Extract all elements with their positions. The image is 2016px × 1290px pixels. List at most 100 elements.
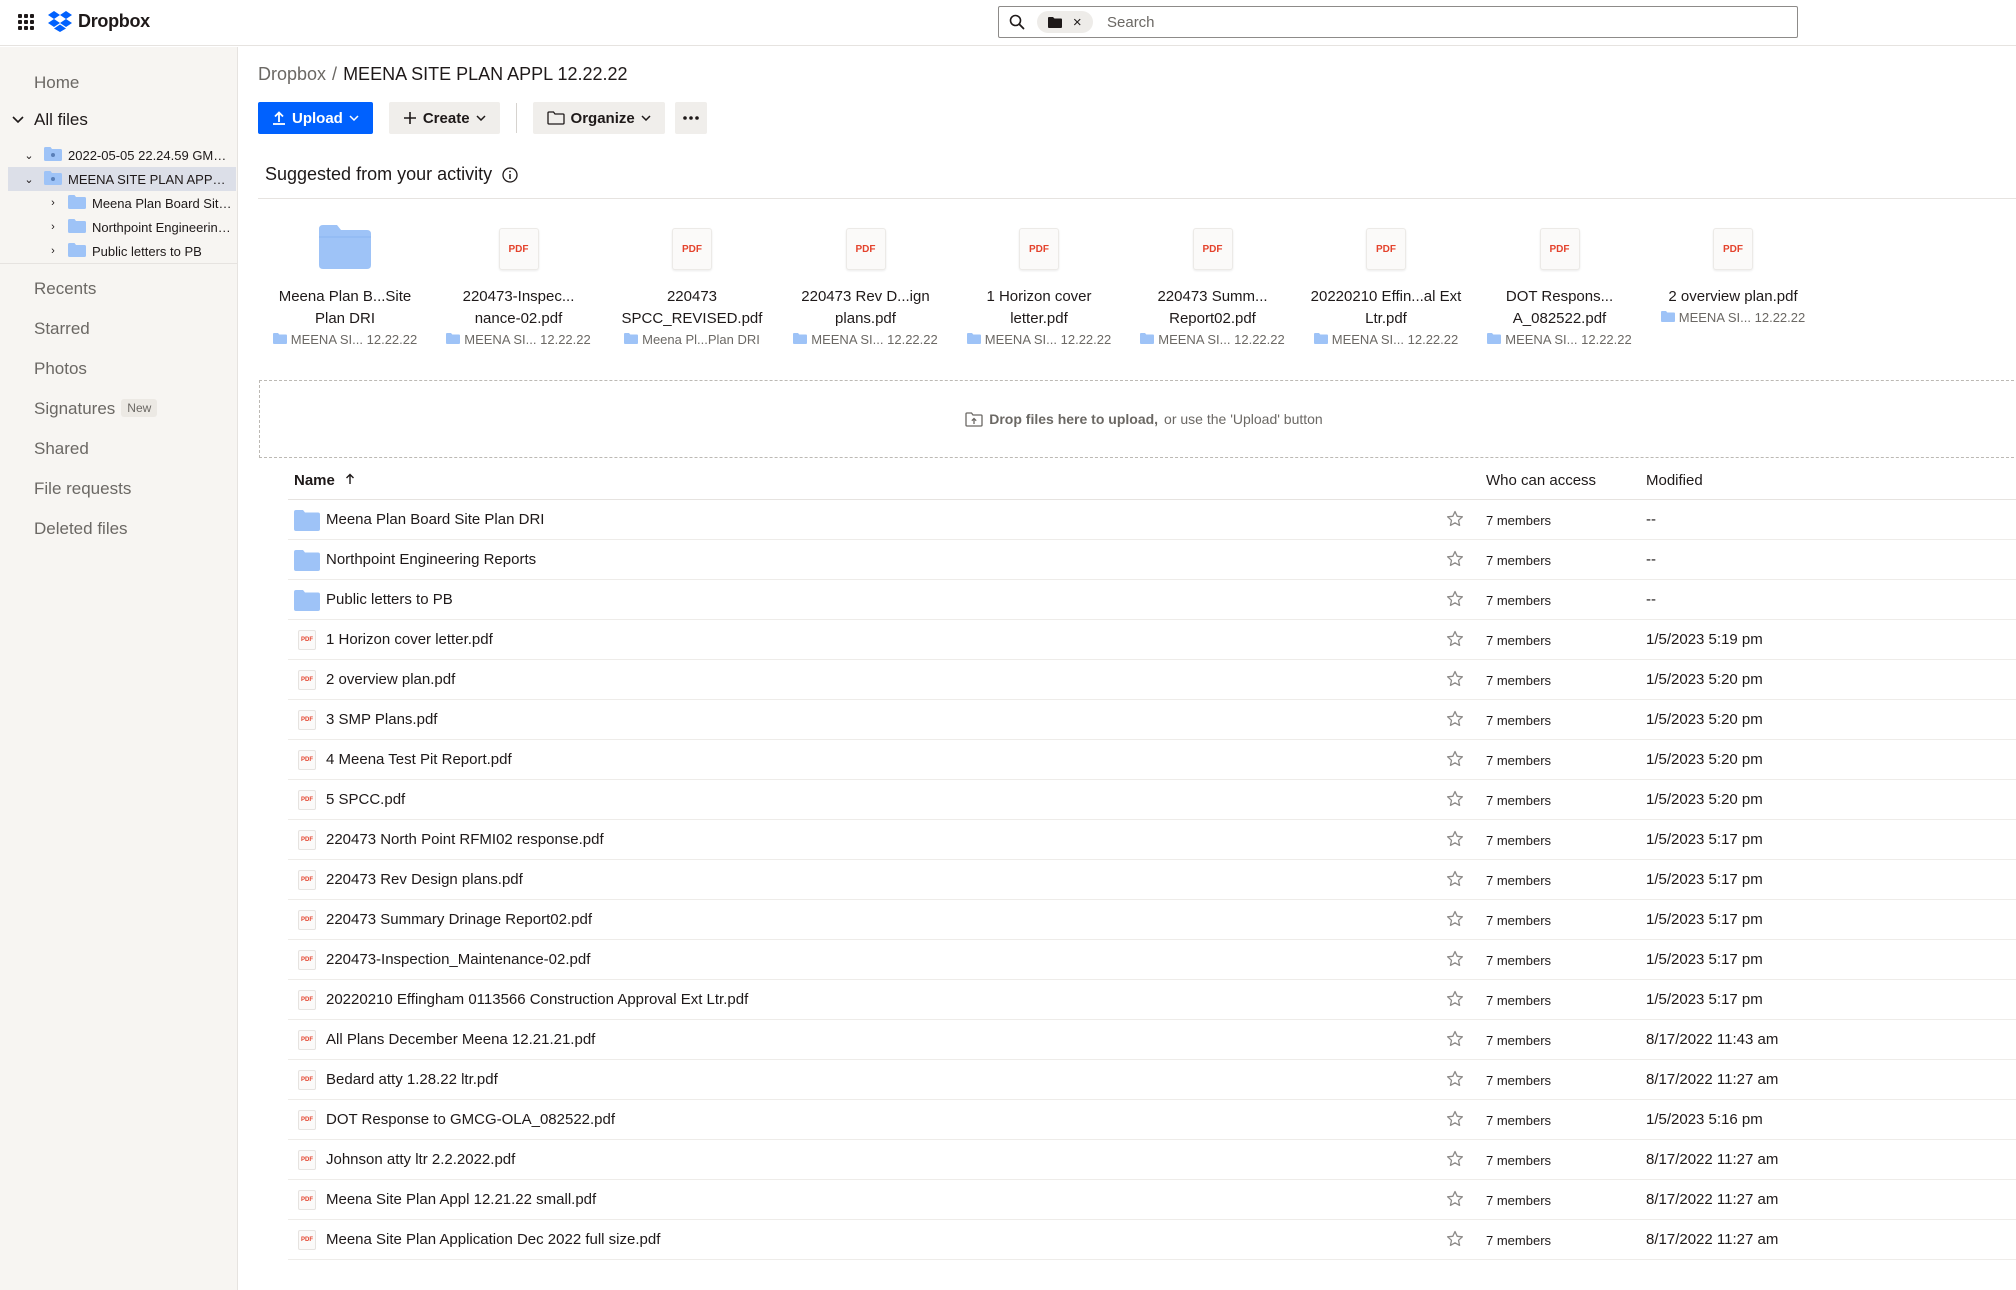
more-actions-button[interactable] — [674, 102, 707, 134]
file-name[interactable]: Public letters to PB — [326, 591, 453, 608]
table-row[interactable]: PDF Johnson atty ltr 2.2.2022.pdf 7 member… — [288, 1140, 2016, 1180]
access-members[interactable]: 7 members — [1486, 1113, 1551, 1128]
access-members[interactable]: 7 members — [1486, 993, 1551, 1008]
star-icon[interactable] — [1446, 1110, 1464, 1132]
access-members[interactable]: 7 members — [1486, 633, 1551, 648]
tree-item-meena-site-plan[interactable]: ⌄ MEENA SITE PLAN APPL 12.22.22 — [8, 167, 236, 191]
star-icon[interactable] — [1446, 510, 1464, 532]
suggested-item[interactable]: Meena Plan B...Site Plan DRI MEENA SI... … — [265, 214, 425, 347]
file-name[interactable]: 2 overview plan.pdf — [326, 671, 455, 688]
star-icon[interactable] — [1446, 990, 1464, 1012]
access-members[interactable]: 7 members — [1486, 1033, 1551, 1048]
suggested-item[interactable]: PDF 220473 SPCC_REVISED.pdf Meena Pl...Pla… — [612, 214, 772, 347]
sidebar-item-home[interactable]: Home — [34, 73, 79, 93]
suggested-item[interactable]: PDF 1 Horizon cover letter.pdf MEENA SI...… — [959, 214, 1119, 347]
clear-filter-icon[interactable]: × — [1073, 15, 1082, 30]
suggested-item[interactable]: PDF 220473-Inspec... nance-02.pdf MEENA SI… — [439, 214, 599, 347]
star-icon[interactable] — [1446, 1030, 1464, 1052]
file-name[interactable]: Northpoint Engineering Reports — [326, 551, 536, 568]
tree-item-meena-plan-board[interactable]: › Meena Plan Board Site Plan DRI — [8, 191, 236, 215]
file-name[interactable]: Meena Plan Board Site Plan DRI — [326, 511, 544, 528]
file-name[interactable]: Bedard atty 1.28.22 ltr.pdf — [326, 1071, 498, 1088]
sidebar-item-all-files[interactable]: All files — [12, 110, 88, 130]
star-icon[interactable] — [1446, 1230, 1464, 1252]
suggested-item-location[interactable]: MEENA SI... 12.22.22 — [265, 332, 425, 347]
table-row[interactable]: PDF Bedard atty 1.28.22 ltr.pdf 7 members 8… — [288, 1060, 2016, 1100]
table-row[interactable]: PDF 220473 Summary Drinage Report02.pdf 7 … — [288, 900, 2016, 940]
suggested-item-location[interactable]: Meena Pl...Plan DRI — [612, 332, 772, 347]
chevron-right-icon[interactable]: › — [46, 197, 60, 209]
star-icon[interactable] — [1446, 750, 1464, 772]
breadcrumb-root[interactable]: Dropbox — [258, 64, 326, 84]
table-row[interactable]: Northpoint Engineering Reports 7 members -… — [288, 540, 2016, 580]
file-name[interactable]: Meena Site Plan Application Dec 2022 ful… — [326, 1231, 660, 1248]
suggested-item-location[interactable]: MEENA SI... 12.22.22 — [959, 332, 1119, 347]
access-members[interactable]: 7 members — [1486, 1153, 1551, 1168]
table-row[interactable]: PDF Meena Site Plan Application Dec 2022 … — [288, 1220, 2016, 1260]
sidebar-item-photos[interactable]: Photos — [34, 359, 87, 379]
suggested-item-location[interactable]: MEENA SI... 12.22.22 — [786, 332, 946, 347]
file-name[interactable]: 5 SPCC.pdf — [326, 791, 405, 808]
table-row[interactable]: PDF 220473 North Point RFMI02 response.pd… — [288, 820, 2016, 860]
star-icon[interactable] — [1446, 870, 1464, 892]
sort-ascending-icon[interactable] — [345, 473, 355, 485]
suggested-item-location[interactable]: MEENA SI... 12.22.22 — [439, 332, 599, 347]
table-row[interactable]: Public letters to PB 7 members -- — [288, 580, 2016, 620]
chevron-right-icon[interactable]: › — [46, 245, 60, 257]
file-name[interactable]: DOT Response to GMCG-OLA_082522.pdf — [326, 1111, 615, 1128]
tree-item-northpoint[interactable]: › Northpoint Engineering Reports — [8, 215, 236, 239]
file-name[interactable]: 220473-Inspection_Maintenance-02.pdf — [326, 951, 590, 968]
table-row[interactable]: PDF 2 overview plan.pdf 7 members 1/5/2023 … — [288, 660, 2016, 700]
chevron-down-icon[interactable]: ⌄ — [22, 173, 36, 186]
suggested-item[interactable]: PDF 20220210 Effin...al Ext Ltr.pdf MEENA … — [1306, 214, 1466, 347]
app-grid-icon[interactable] — [18, 14, 34, 30]
suggested-item[interactable]: PDF 220473 Rev D...ign plans.pdf MEENA SI.… — [786, 214, 946, 347]
file-name[interactable]: 20220210 Effingham 0113566 Construction … — [326, 991, 748, 1008]
table-row[interactable]: PDF 3 SMP Plans.pdf 7 members 1/5/2023 5:20… — [288, 700, 2016, 740]
access-members[interactable]: 7 members — [1486, 553, 1551, 568]
file-name[interactable]: 4 Meena Test Pit Report.pdf — [326, 751, 512, 768]
file-name[interactable]: 220473 Rev Design plans.pdf — [326, 871, 523, 888]
access-members[interactable]: 7 members — [1486, 1193, 1551, 1208]
table-row[interactable]: PDF DOT Response to GMCG-OLA_082522.pdf 7 … — [288, 1100, 2016, 1140]
suggested-item[interactable]: PDF 2 overview plan.pdf MEENA SI... 12.22.… — [1653, 214, 1813, 325]
column-header-access[interactable]: Who can access — [1486, 472, 1596, 489]
access-members[interactable]: 7 members — [1486, 1233, 1551, 1248]
table-row[interactable]: PDF 20220210 Effingham 0113566 Constructi… — [288, 980, 2016, 1020]
access-members[interactable]: 7 members — [1486, 593, 1551, 608]
access-members[interactable]: 7 members — [1486, 833, 1551, 848]
star-icon[interactable] — [1446, 1070, 1464, 1092]
tree-item-2022-05-05[interactable]: ⌄ 2022-05-05 22.24.59 GMT-04:00 — [8, 143, 236, 167]
file-name[interactable]: 220473 Summary Drinage Report02.pdf — [326, 911, 592, 928]
file-name[interactable]: 1 Horizon cover letter.pdf — [326, 631, 493, 648]
access-members[interactable]: 7 members — [1486, 713, 1551, 728]
table-row[interactable]: PDF Meena Site Plan Appl 12.21.22 small.p… — [288, 1180, 2016, 1220]
file-name[interactable]: Meena Site Plan Appl 12.21.22 small.pdf — [326, 1191, 596, 1208]
star-icon[interactable] — [1446, 590, 1464, 612]
chevron-right-icon[interactable]: › — [46, 221, 60, 233]
chevron-down-icon[interactable] — [12, 116, 24, 124]
star-icon[interactable] — [1446, 910, 1464, 932]
star-icon[interactable] — [1446, 830, 1464, 852]
sidebar-item-shared[interactable]: Shared — [34, 439, 89, 459]
suggested-item-location[interactable]: MEENA SI... 12.22.22 — [1306, 332, 1466, 347]
access-members[interactable]: 7 members — [1486, 673, 1551, 688]
table-row[interactable]: PDF 4 Meena Test Pit Report.pdf 7 members 1… — [288, 740, 2016, 780]
access-members[interactable]: 7 members — [1486, 953, 1551, 968]
table-row[interactable]: PDF 1 Horizon cover letter.pdf 7 members 1/… — [288, 620, 2016, 660]
access-members[interactable]: 7 members — [1486, 513, 1551, 528]
star-icon[interactable] — [1446, 950, 1464, 972]
column-header-name[interactable]: Name — [294, 472, 355, 489]
info-icon[interactable] — [502, 166, 518, 183]
sidebar-item-recents[interactable]: Recents — [34, 279, 96, 299]
sidebar-item-deleted-files[interactable]: Deleted files — [34, 519, 128, 539]
table-row[interactable]: PDF 220473 Rev Design plans.pdf 7 members 1… — [288, 860, 2016, 900]
access-members[interactable]: 7 members — [1486, 913, 1551, 928]
sidebar-item-file-requests[interactable]: File requests — [34, 479, 131, 499]
chevron-down-icon[interactable]: ⌄ — [22, 149, 36, 162]
sidebar-item-starred[interactable]: Starred — [34, 319, 90, 339]
table-row[interactable]: PDF All Plans December Meena 12.21.21.pdf… — [288, 1020, 2016, 1060]
access-members[interactable]: 7 members — [1486, 753, 1551, 768]
suggested-item[interactable]: PDF DOT Respons... A_082522.pdf MEENA SI..… — [1480, 214, 1640, 347]
create-button[interactable]: Create — [388, 102, 500, 134]
